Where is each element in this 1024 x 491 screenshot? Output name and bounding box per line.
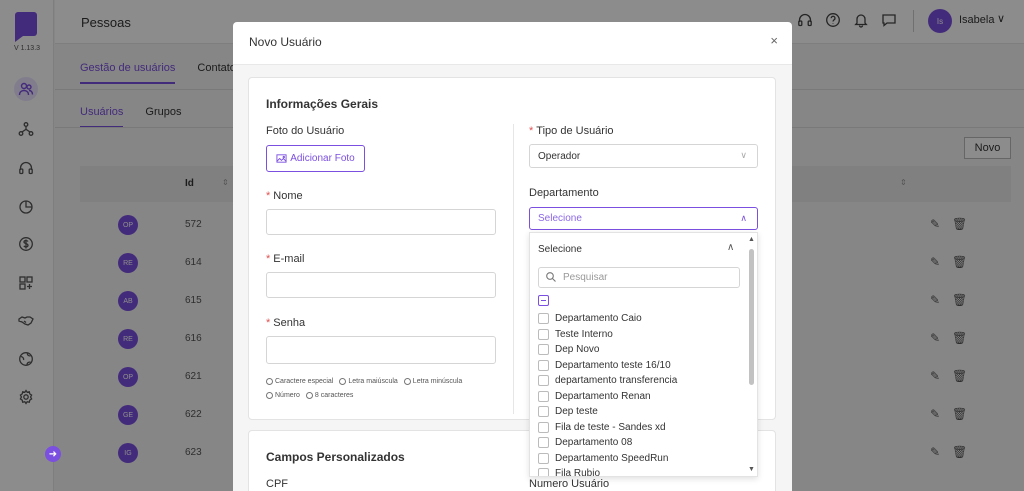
option-label: Fila de teste - Sandes xd [555, 421, 666, 433]
dropdown-option[interactable]: Fila Rubio [538, 466, 601, 477]
section-title: Informações Gerais [266, 97, 379, 111]
dropdown-option[interactable]: Departamento 08 [538, 435, 632, 450]
modal-body: Informações Gerais Foto do Usuário Adici… [233, 65, 792, 491]
photo-label: Foto do Usuário [266, 125, 345, 137]
search-placeholder: Pesquisar [563, 272, 608, 283]
close-icon[interactable]: × [770, 33, 778, 48]
user-type-select[interactable]: Operador ∨ [529, 144, 758, 168]
option-label: Departamento Renan [555, 390, 651, 402]
section-title: Campos Personalizados [266, 450, 405, 464]
add-photo-label: Adicionar Foto [290, 153, 355, 164]
user-type-label: * Tipo de Usuário [529, 125, 614, 137]
password-rules: Caractere especial Letra maiúscula Letra… [266, 378, 462, 385]
option-label: Departamento SpeedRun [555, 452, 669, 464]
new-user-modal: Novo Usuário × Informações Gerais Foto d… [233, 22, 792, 491]
select-all-checkbox[interactable] [538, 295, 549, 306]
scroll-down-icon[interactable]: ▼ [748, 466, 755, 473]
rule-length: 8 caracteres [306, 392, 354, 399]
option-checkbox[interactable] [538, 328, 549, 340]
dropdown-search-input[interactable]: Pesquisar [538, 267, 740, 288]
dropdown-option[interactable]: Departamento SpeedRun [538, 451, 668, 466]
option-label: departamento transferencia [555, 375, 678, 386]
dropdown-option[interactable]: departamento transferencia [538, 373, 677, 388]
option-checkbox[interactable] [538, 421, 549, 433]
option-label: Departamento teste 16/10 [555, 359, 671, 371]
chevron-up-icon[interactable]: ∧ [727, 242, 734, 253]
option-checkbox[interactable] [538, 313, 549, 324]
option-label: Departamento Caio [555, 313, 642, 324]
dropdown-option[interactable]: Departamento Caio [538, 311, 642, 326]
user-type-value: Operador [538, 150, 581, 162]
name-label: * Nome [266, 190, 303, 202]
department-label: Departamento [529, 187, 599, 199]
cpf-label: CPF [266, 478, 288, 490]
option-label: Teste Interno [555, 328, 613, 340]
dropdown-option[interactable]: Dep teste [538, 404, 598, 419]
option-checkbox[interactable] [538, 375, 549, 386]
rule-lowercase: Letra minúscula [404, 378, 462, 385]
option-label: Dep teste [555, 406, 598, 417]
scrollbar[interactable] [749, 249, 754, 385]
department-placeholder: Selecione [538, 213, 582, 224]
option-checkbox[interactable] [538, 437, 549, 448]
department-select[interactable]: Selecione ∧ [529, 207, 758, 230]
email-field[interactable] [266, 272, 496, 298]
divider [513, 124, 514, 414]
password-rules: Número 8 caracteres [266, 392, 353, 399]
password-label: * Senha [266, 317, 306, 329]
dropdown-option[interactable]: Fila de teste - Sandes xd [538, 420, 666, 435]
rule-uppercase: Letra maiúscula [339, 378, 397, 385]
option-checkbox[interactable] [538, 406, 549, 417]
rule-special: Caractere especial [266, 378, 333, 385]
email-label: * E-mail [266, 253, 305, 265]
chevron-down-icon: ∨ [740, 150, 747, 160]
rule-number: Número [266, 392, 300, 399]
password-field[interactable] [266, 336, 496, 364]
department-dropdown: Selecione ∧ Pesquisar Departamento Caio T… [529, 232, 758, 477]
option-checkbox[interactable] [538, 359, 549, 371]
option-checkbox[interactable] [538, 344, 549, 355]
scroll-up-icon[interactable]: ▲ [748, 236, 755, 243]
name-field[interactable] [266, 209, 496, 235]
image-icon [276, 154, 287, 163]
chevron-up-icon: ∧ [740, 213, 747, 223]
dropdown-option[interactable]: Departamento Renan [538, 389, 651, 404]
dropdown-header[interactable]: Selecione [538, 244, 582, 255]
user-number-label: Numero Usuário [529, 478, 610, 490]
option-label: Dep Novo [555, 344, 600, 355]
modal-title: Novo Usuário [249, 35, 322, 49]
search-icon [546, 272, 556, 282]
expand-sidebar-button[interactable]: ➜ [45, 446, 61, 462]
option-checkbox[interactable] [538, 390, 549, 402]
option-label: Fila Rubio [555, 468, 601, 477]
dropdown-option[interactable]: Departamento teste 16/10 [538, 358, 671, 373]
dropdown-option[interactable]: Teste Interno [538, 327, 613, 342]
option-checkbox[interactable] [538, 452, 549, 464]
dropdown-option[interactable]: Dep Novo [538, 342, 599, 357]
option-checkbox[interactable] [538, 468, 549, 476]
add-photo-button[interactable]: Adicionar Foto [266, 145, 365, 172]
option-label: Departamento 08 [555, 437, 633, 448]
